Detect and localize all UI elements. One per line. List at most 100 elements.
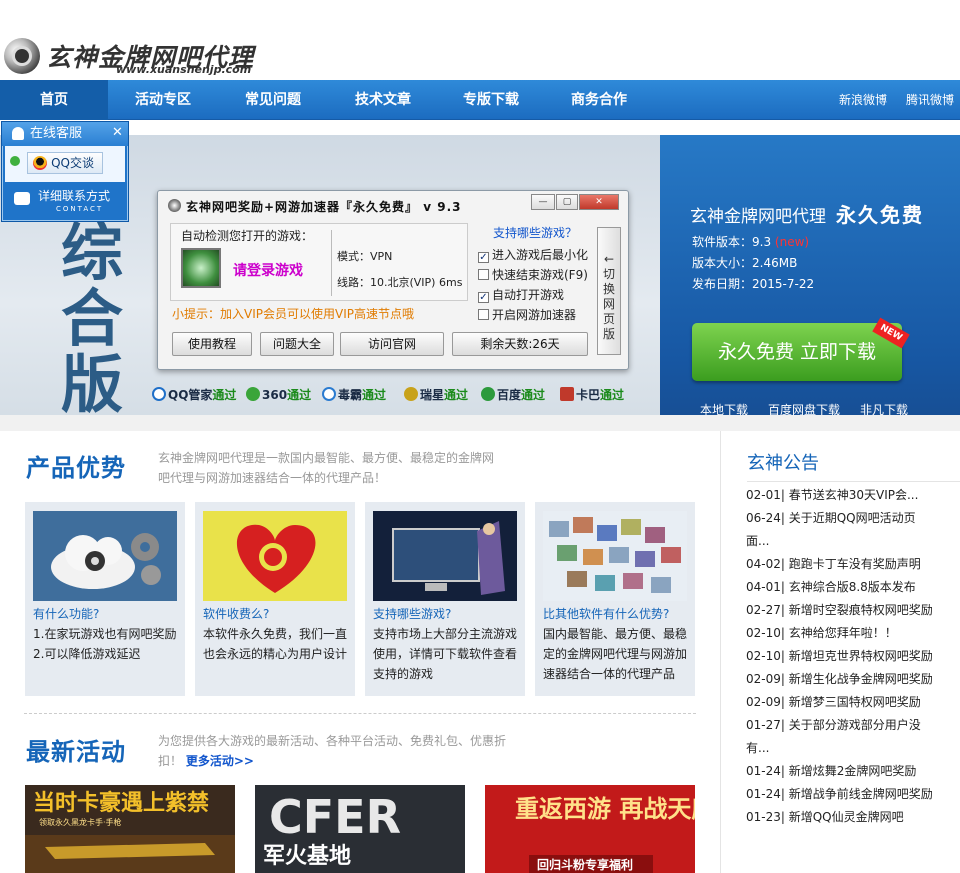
notice-item[interactable]: 02-10| 新增坦克世界特权网吧奖励 — [746, 645, 936, 668]
download-button[interactable]: 永久免费 立即下载 — [692, 323, 902, 381]
product-card-advantages[interactable]: 比其他软件有什么优势? 国内最智能、最方便、最稳定的金牌网吧代理与网游加速器结合… — [535, 502, 695, 696]
divider — [331, 230, 332, 296]
qq-chat-button[interactable]: QQ交谈 — [27, 152, 103, 174]
card-text: 支持市场上大部分主流游戏使用，详情可下载软件查看支持的游戏 — [373, 627, 518, 681]
activity-desc: 为您提供各大游戏的最新活动、各种平台活动、免费礼包、优惠折扣！ 更多活动>> — [158, 731, 508, 771]
card-title[interactable]: 软件收费么? — [203, 605, 269, 622]
app-window-preview: 玄神网吧奖励+网游加速器『永久免费』 v 9.3 — ▢ ✕ 自动检测您打开的游… — [157, 190, 629, 370]
qq-chat-area: QQ交谈 — [5, 146, 125, 182]
check-label: 快速结束游戏(F9) — [492, 268, 588, 282]
nav-tencent-weibo[interactable]: 腾讯微博 — [906, 80, 954, 120]
av-badge-baidu: 百度通过 — [481, 386, 545, 403]
qq-chat-label: QQ交谈 — [51, 156, 94, 170]
game-detect-panel: 自动检测您打开的游戏： 请登录游戏 模式：VPN 线路：10.北京(VIP) 6… — [170, 223, 468, 301]
nav-home[interactable]: 首页 — [0, 80, 108, 120]
version-new-badge: (new) — [774, 235, 810, 249]
card-title[interactable]: 支持哪些游戏? — [373, 605, 451, 622]
supported-games-link[interactable]: 支持哪些游戏？ — [493, 224, 577, 241]
check-label: 进入游戏后最小化 — [492, 248, 589, 262]
check-accelerator[interactable]: 开启网游加速器 — [478, 306, 576, 323]
notice-item[interactable]: 01-24| 新增战争前线金牌网吧奖励 — [746, 783, 936, 806]
notice-item[interactable]: 02-01| 春节送玄神30天VIP会... — [746, 484, 936, 507]
notice-item[interactable]: 01-23| 新增QQ仙灵金牌网吧 — [746, 806, 936, 829]
check-minimize[interactable]: ✓ 进入游戏后最小化 — [478, 246, 588, 263]
card-title[interactable]: 比其他软件有什么优势? — [543, 605, 669, 622]
faq-button[interactable]: 问题大全 — [260, 332, 334, 356]
software-version: 软件版本：9.3 (new) — [692, 233, 809, 250]
notice-title: 玄神公告 — [747, 453, 819, 474]
av-name: 瑞星 — [420, 388, 445, 402]
activity-banner-2[interactable]: CFER 军火基地 — [255, 785, 465, 873]
av-badge-qq: QQ管家通过 — [152, 386, 236, 403]
nav-activity[interactable]: 活动专区 — [108, 80, 218, 120]
product-card-features[interactable]: 有什么功能? 1.在家玩游戏也有网吧奖励 2.可以降低游戏延迟 — [25, 502, 185, 696]
notice-item[interactable]: 01-24| 新增炫舞2金牌网吧奖励 — [746, 760, 936, 783]
check-quick-exit[interactable]: 快速结束游戏(F9) — [478, 266, 588, 283]
close-icon[interactable]: ✕ — [112, 125, 123, 141]
av-name: 360 — [262, 388, 288, 402]
notice-item[interactable]: 06-24| 关于近期QQ网吧活动页面... — [746, 507, 936, 553]
card-title[interactable]: 有什么功能? — [33, 605, 99, 622]
contact-details-link[interactable]: 详细联系方式 CONTACT — [38, 190, 110, 216]
online-service-header: 在线客服 ✕ — [2, 122, 128, 146]
remaining-days-button[interactable]: 剩余天数:26天 — [452, 332, 588, 356]
check-label: 自动打开游戏 — [492, 288, 565, 302]
checkbox-unchecked[interactable] — [478, 309, 489, 320]
notice-item[interactable]: 01-27| 关于部分游戏部分用户没有... — [746, 714, 936, 760]
switch-web-button[interactable]: ←切换网页版 — [597, 227, 621, 355]
maximize-icon[interactable]: ▢ — [556, 194, 578, 210]
monitor-game-image — [373, 511, 517, 601]
product-card-pricing[interactable]: 软件收费么? 本软件永久免费，我们一直也会永远的精心为用户设计 — [195, 502, 355, 696]
notice-item[interactable]: 04-01| 玄神综合版8.8版本发布 — [746, 576, 936, 599]
vip-tip: 小提示：加入VIP会员可以使用VIP高速节点哦 — [172, 307, 414, 321]
qq-penguin-icon — [33, 156, 47, 170]
close-icon[interactable]: ✕ — [579, 194, 619, 210]
notice-item[interactable]: 02-09| 新增梦三国特权网吧奖励 — [746, 691, 936, 714]
activity-banner-text: 重返西游 再战天庭 — [515, 795, 695, 823]
product-title: 产品优势 — [26, 454, 126, 482]
nav-articles[interactable]: 技术文章 — [328, 80, 438, 120]
nav-downloads[interactable]: 专版下载 — [438, 80, 544, 120]
checkbox-unchecked[interactable] — [478, 269, 489, 280]
av-pass: 通过 — [212, 388, 237, 402]
av-badge-360: 360通过 — [246, 386, 311, 403]
tutorial-button[interactable]: 使用教程 — [172, 332, 252, 356]
check-auto-open[interactable]: ✓ 自动打开游戏 — [478, 286, 564, 303]
av-name: 卡巴 — [576, 388, 601, 402]
activity-banner-text: 当时卡豪遇上紫禁 — [33, 790, 209, 816]
checkbox-checked[interactable]: ✓ — [478, 292, 489, 303]
section-divider — [24, 713, 696, 714]
kaspersky-icon — [560, 387, 574, 401]
user-icon — [12, 127, 24, 140]
card-text: 1.在家玩游戏也有网吧奖励 2.可以降低游戏延迟 — [33, 624, 181, 664]
activity-title: 最新活动 — [26, 738, 126, 766]
notice-item[interactable]: 02-27| 新增时空裂痕特权网吧奖励 — [746, 599, 936, 622]
av-badge-duba: 毒霸通过 — [322, 386, 386, 403]
activity-banner-sub: 回归斗粉专享福利 — [537, 857, 633, 872]
online-service-title: 在线客服 — [30, 126, 83, 141]
minimize-icon[interactable]: — — [531, 194, 555, 210]
activity-banner-1[interactable]: 当时卡豪遇上紫禁 领取永久黑龙卡手·手枪 — [25, 785, 235, 873]
av-pass: 通过 — [444, 388, 469, 402]
nav-sina-weibo[interactable]: 新浪微博 — [839, 80, 887, 120]
card-line: 2.可以降低游戏延迟 — [33, 647, 141, 661]
heart-image — [203, 511, 347, 601]
more-activities-link[interactable]: 更多活动>> — [186, 754, 254, 768]
checkbox-checked[interactable]: ✓ — [478, 252, 489, 263]
logo-icon[interactable] — [4, 38, 40, 74]
lion-icon — [404, 387, 418, 401]
nav-faq[interactable]: 常见问题 — [218, 80, 328, 120]
notice-item[interactable]: 02-09| 新增生化战争金牌网吧奖励 — [746, 668, 936, 691]
download-panel-title: 玄神金牌网吧代理 永久免费 — [690, 199, 924, 228]
nav-business[interactable]: 商务合作 — [544, 80, 654, 120]
notice-item[interactable]: 02-10| 玄神给您拜年啦！！ — [746, 622, 936, 645]
official-site-button[interactable]: 访问官网 — [340, 332, 444, 356]
card-line: 1.在家玩游戏也有网吧奖励 — [33, 627, 177, 641]
notice-item[interactable]: 04-02| 跑跑卡丁车没有奖励声明 — [746, 553, 936, 576]
download-panel: 玄神金牌网吧代理 永久免费 软件版本：9.3 (new) 版本大小：2.46MB … — [660, 135, 960, 417]
av-badge-kaspersky: 卡巴通过 — [560, 386, 624, 403]
version-label: 软件版本：9.3 — [692, 235, 772, 249]
activity-banner-3[interactable]: 重返西游 再战天庭回归斗粉专享福利 — [485, 785, 695, 873]
product-card-games[interactable]: 支持哪些游戏? 支持市场上大部分主流游戏使用，详情可下载软件查看支持的游戏 — [365, 502, 525, 696]
release-date: 发布日期：2015-7-22 — [692, 277, 815, 291]
